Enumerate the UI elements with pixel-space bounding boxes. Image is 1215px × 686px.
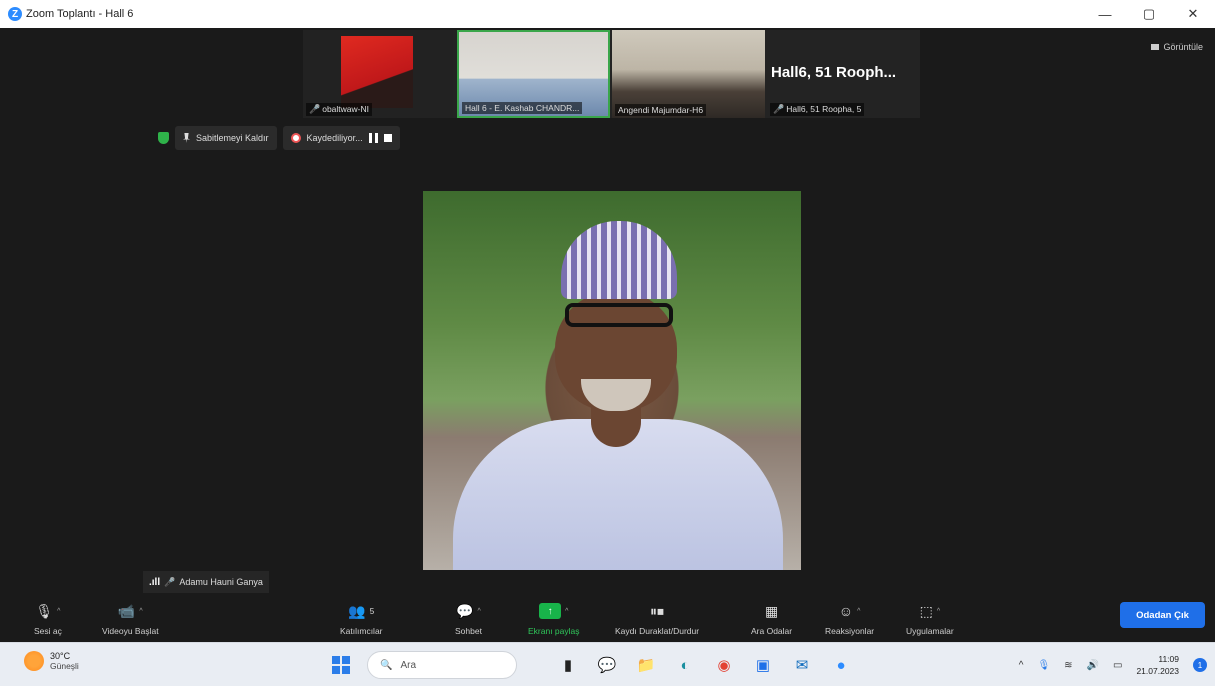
chevron-up-icon[interactable]: ^ [478,608,481,615]
speaker-glasses [565,303,673,327]
record-control-button[interactable]: ⏸⏹ Kaydı Duraklat/Durdur [615,600,699,637]
meeting-toolbar: 🎙 ^ Sesi aç 📹 ^ Videoyu Başlat 👥 5 Katılımc… [0,598,1215,642]
mic-muted-icon: 🎤 [164,576,176,587]
weather-widget[interactable]: 30°C Güneşli [24,651,79,671]
chrome-icon[interactable]: ◉ [711,652,737,678]
breakout-rooms-button[interactable]: ▦ Ara Odalar [751,600,792,637]
chat-icon: 💬 [456,602,474,619]
video-off-icon: 📹 [117,602,136,619]
reactions-button[interactable]: ☺ ^ Reaksiyonlar [825,600,874,636]
taskbar-search[interactable]: 🔍 Ara [367,651,517,679]
zoom-taskbar-icon[interactable]: ● [828,652,854,678]
weather-description: Güneşli [50,661,79,671]
windows-icon [332,656,350,674]
file-explorer-icon[interactable]: 📁 [633,652,659,678]
chevron-up-icon[interactable]: ^ [139,608,142,615]
thumbnail-participant-4[interactable]: Hall6, 51 Rooph... 🎤 Hall6, 51 Roopha, 5 [767,30,920,118]
zoom-icon: Z [8,7,22,21]
grid-icon [1151,44,1160,50]
task-view-icon[interactable]: ▮ [555,652,581,678]
signal-strength-icon: .ıll [149,576,161,588]
search-icon: 🔍 [380,659,393,671]
microphone-icon[interactable]: 🎙 [1037,660,1050,671]
stop-recording-icon[interactable] [383,134,392,142]
leave-room-button[interactable]: Odadan Çık [1120,602,1205,628]
window-title: Zoom Toplantı - Hall 6 [26,8,134,20]
battery-icon[interactable]: ▭ [1113,660,1122,671]
volume-icon[interactable]: 🔊 [1087,660,1099,671]
reactions-icon: ☺ [838,603,854,619]
participant-count: 5 [369,606,375,616]
chevron-up-icon[interactable]: ^ [565,608,568,615]
taskbar-clock[interactable]: 11:09 21.07.2023 [1136,653,1179,677]
speaker-hat [561,221,677,299]
breakout-rooms-icon: ▦ [764,602,779,619]
participants-button[interactable]: 👥 5 Katılımcılar [340,600,383,637]
notification-badge[interactable]: 1 [1193,658,1207,672]
active-speaker-video [423,191,801,570]
window-titlebar: Z Zoom Toplantı - Hall 6 — ▢ ✕ [0,0,1215,28]
apps-icon: ⬚ [919,602,933,619]
thumbnail-participant-3[interactable]: Angendi Majumdar-H6 [612,30,765,118]
share-screen-button[interactable]: ↑ ^ Ekranı paylaş [528,600,580,636]
chat-app-icon[interactable]: 💬 [594,652,620,678]
speaker-name-tag: .ıll 🎤 Adamu Hauni Ganya [143,571,269,593]
thumbnail-label: 🎤 Hall6, 51 Roopha, 5 [770,103,865,116]
store-icon[interactable]: ▣ [750,652,776,678]
participants-icon: 👥 [348,602,366,619]
windows-taskbar: 30°C Güneşli 🔍 Ara ▮ 💬 📁 ◐ ◉ ▣ ✉ ● ^ 🎙 ≋… [0,642,1215,686]
thumbnail-participant-1[interactable]: 🎤 obaltwaw-NI [303,30,453,118]
record-icon [290,133,301,143]
thumbnail-participant-2[interactable]: Hall 6 - E. Kashab CHANDR... [457,30,610,118]
taskbar-apps: 🔍 Ara ▮ 💬 📁 ◐ ◉ ▣ ✉ ● [328,651,867,679]
system-tray: ^ 🎙 ≋ 🔊 ▭ 11:09 21.07.2023 1 [1019,651,1207,679]
chevron-up-icon[interactable]: ^ [1019,660,1024,671]
meeting-stage: 🎤 obaltwaw-NI Hall 6 - E. Kashab CHANDR..… [0,28,1215,642]
close-button[interactable]: ✕ [1171,0,1215,28]
mic-muted-icon: 🎤 [773,104,785,114]
security-shield-icon[interactable] [158,132,169,144]
view-button[interactable]: Görüntüle [1151,42,1203,52]
thumbnail-label: Angendi Majumdar-H6 [615,104,707,116]
thumbnail-label: 🎤 obaltwaw-NI [306,103,372,116]
wifi-icon[interactable]: ≋ [1064,660,1072,671]
meeting-status-bar: Sabitlemeyi Kaldır Kaydediliyor... [158,126,400,150]
recording-indicator: Kaydediliyor... [282,126,400,150]
unmute-button[interactable]: 🎙 ^ Sesi aç [34,600,62,637]
maximize-button[interactable]: ▢ [1127,0,1171,28]
chevron-up-icon[interactable]: ^ [57,608,60,615]
pause-recording-icon[interactable] [368,133,378,143]
thumbnail-label: Hall 6 - E. Kashab CHANDR... [462,102,583,114]
share-screen-icon: ↑ [539,603,562,619]
pin-icon [183,133,190,143]
apps-button[interactable]: ⬚ ^ Uygulamalar [906,600,954,637]
chat-button[interactable]: 💬 ^ Sohbet [455,600,482,637]
mic-muted-icon: 🎙 [35,602,54,619]
outlook-icon[interactable]: ✉ [789,652,815,678]
chevron-up-icon[interactable]: ^ [857,608,860,615]
sun-icon [24,651,44,671]
participant-photo [341,36,413,108]
participant-thumbnails: 🎤 obaltwaw-NI Hall 6 - E. Kashab CHANDR..… [303,30,920,118]
start-video-button[interactable]: 📹 ^ Videoyu Başlat [102,600,159,637]
pause-icon: ⏸⏹ [650,602,665,619]
weather-temperature: 30°C [50,651,71,661]
mic-muted-icon: 🎤 [309,104,321,114]
participant-display-name: Hall6, 51 Rooph... [771,64,897,81]
unpin-button[interactable]: Sabitlemeyi Kaldır [175,126,277,150]
minimize-button[interactable]: — [1083,0,1127,28]
window-controls: — ▢ ✕ [1083,0,1215,28]
edge-icon[interactable]: ◐ [672,652,698,678]
start-button[interactable] [328,652,354,678]
chevron-up-icon[interactable]: ^ [937,608,940,615]
